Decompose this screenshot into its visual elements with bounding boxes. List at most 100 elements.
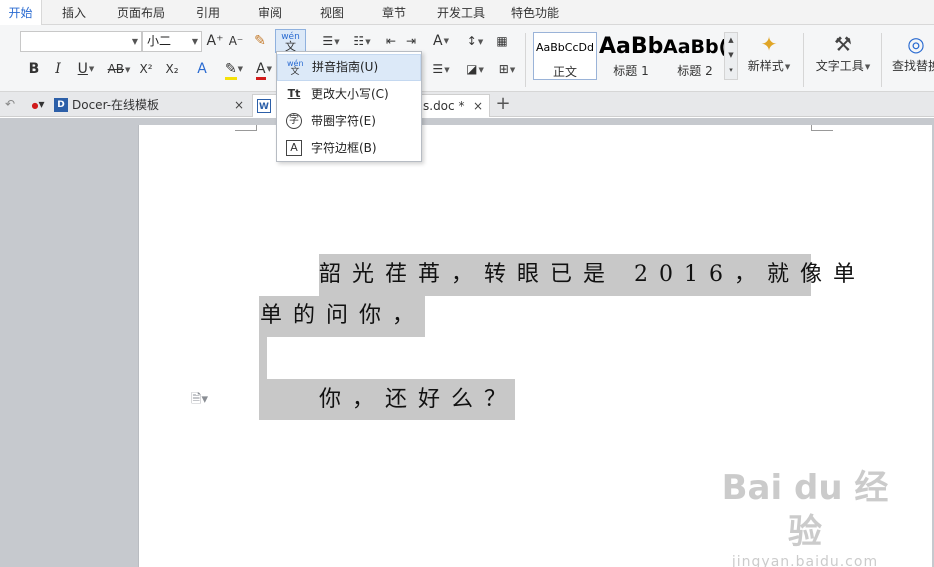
- menu-tab-home[interactable]: 开始: [0, 0, 42, 26]
- style-normal[interactable]: AaBbCcDd 正文: [533, 32, 597, 80]
- decrease-indent-icon[interactable]: ⇤: [382, 30, 400, 52]
- menu-item-label: 带圈字符(E): [311, 114, 376, 128]
- highlighter-icon: ✎: [224, 61, 237, 80]
- tab-label: s.doc *: [423, 99, 465, 113]
- change-case-button[interactable]: A▼: [426, 30, 456, 52]
- font-color-button[interactable]: A▼: [251, 58, 277, 80]
- font-color-icon: A: [256, 61, 266, 80]
- new-style-button[interactable]: ✦ 新样式▼: [744, 31, 794, 74]
- bold-button[interactable]: B: [26, 58, 42, 80]
- close-icon[interactable]: ×: [234, 94, 244, 116]
- docer-icon: D: [54, 98, 68, 112]
- menu-tab-insert[interactable]: 插入: [50, 0, 98, 25]
- underline-button[interactable]: U▼: [72, 58, 100, 80]
- document-text-line[interactable]: 你，还好么？: [319, 380, 517, 420]
- font-name-combo[interactable]: ▼: [20, 31, 142, 52]
- font-size-value: 小二: [147, 34, 172, 48]
- divider: [525, 33, 526, 87]
- tab-docer-template[interactable]: D Docer-在线模板 ×: [50, 94, 250, 117]
- watermark-url: jingyan.baidu.com: [731, 554, 879, 567]
- document-text-line[interactable]: 单的问你，: [260, 296, 425, 336]
- new-tab-icon[interactable]: +: [493, 93, 513, 115]
- style-label: 正文: [552, 65, 577, 79]
- menu-item-label: 字符边框(B): [311, 141, 377, 155]
- underline-label: U: [77, 61, 88, 77]
- back-icon[interactable]: ↶: [2, 93, 18, 115]
- clear-format-icon[interactable]: ✎: [250, 30, 270, 52]
- change-case-icon: Tt: [287, 87, 301, 100]
- style-preview: AaBb(: [663, 36, 727, 58]
- styles-gallery: AaBbCcDd 正文 AaBb 标题 1 AaBb( 标题 2: [533, 32, 739, 80]
- menu-item-label: 拼音指南(U): [312, 60, 379, 74]
- strikethrough-button[interactable]: AB▼: [103, 58, 135, 80]
- shrink-font-button[interactable]: A⁻: [227, 30, 245, 52]
- pinyin-dropdown-menu: wén 文 拼音指南(U) Tt 更改大小写(C) 字 带圈字符(E) A 字符边…: [276, 51, 422, 162]
- margin-corner: [235, 125, 257, 131]
- ribbon: ▼ 小二 ▼ A⁺ A⁻ ✎ wén 文 ☰▼ ☷▼ ⇤ ⇥ A▼ ↕▼ ▦ B…: [0, 25, 934, 92]
- menu-tab-references[interactable]: 引用: [184, 0, 232, 25]
- style-heading-2[interactable]: AaBb( 标题 2: [663, 32, 727, 80]
- paragraph-options-icon[interactable]: 🗎▾: [191, 390, 208, 412]
- menu-item-pinyin-guide[interactable]: wén 文 拼音指南(U): [277, 54, 421, 81]
- close-icon[interactable]: ×: [473, 95, 483, 117]
- text-tools-label: 文字工具: [815, 59, 864, 73]
- baidu-watermark: Bai du 经验 jingyan.baidu.com: [715, 466, 895, 567]
- find-replace-button[interactable]: ◎ 查找替换: [890, 31, 934, 74]
- styles-scroll[interactable]: ▲ ▼ ▾: [724, 32, 738, 80]
- grow-font-button[interactable]: A⁺: [206, 30, 224, 52]
- enclosed-char-icon: 字: [286, 113, 302, 129]
- menu-item-change-case[interactable]: Tt 更改大小写(C): [277, 81, 421, 108]
- find-replace-label: 查找替换: [891, 59, 934, 73]
- document-workspace: 韶光荏苒，转眼已是 2016，就像单 单的问你， 你，还好么？ Bai du 经…: [0, 118, 934, 567]
- menu-tab-section[interactable]: 章节: [370, 0, 418, 25]
- style-heading-1[interactable]: AaBb 标题 1: [599, 32, 663, 80]
- chevron-down-icon: ▼: [131, 37, 138, 46]
- find-replace-icon: ◎: [907, 32, 925, 56]
- border-icon[interactable]: ⊞▼: [494, 58, 520, 80]
- sort-icon[interactable]: ↕▼: [462, 30, 488, 52]
- menu-tab-review[interactable]: 审阅: [246, 0, 294, 25]
- document-page[interactable]: 韶光荏苒，转眼已是 2016，就像单 单的问你， 你，还好么？ Bai du 经…: [138, 125, 932, 567]
- menu-tab-features[interactable]: 特色功能: [502, 0, 568, 25]
- pinyin-guide-button[interactable]: wén 文: [275, 29, 306, 53]
- wrench-icon: ⚒: [834, 32, 852, 56]
- numbered-list-button[interactable]: ☷▼: [348, 30, 376, 52]
- new-style-icon: ✦: [760, 32, 778, 56]
- menu-tab-developer[interactable]: 开发工具: [428, 0, 494, 25]
- new-style-label: 新样式: [747, 59, 784, 73]
- style-preview: AaBb: [599, 34, 663, 59]
- menu-tab-page-layout[interactable]: 页面布局: [108, 0, 174, 25]
- selection-highlight: [259, 337, 267, 379]
- document-icon: W: [257, 99, 271, 113]
- line-spacing-icon[interactable]: ☰▼: [428, 58, 454, 80]
- style-label: 标题 1: [613, 64, 649, 78]
- menu-tab-view[interactable]: 视图: [308, 0, 356, 25]
- font-size-combo[interactable]: 小二 ▼: [142, 31, 202, 52]
- bullet-list-button[interactable]: ☰▼: [318, 30, 344, 52]
- shading-icon[interactable]: ◪▼: [462, 58, 488, 80]
- menu-item-enclosed-char[interactable]: 字 带圈字符(E): [277, 108, 421, 135]
- table-icon[interactable]: ▦: [492, 30, 512, 52]
- chevron-down-icon: ▼: [191, 37, 198, 46]
- strikethrough-label: AB: [107, 62, 125, 76]
- pinyin-icon: wén 文: [287, 59, 304, 77]
- menu-bar: 开始 插入 页面布局 引用 审阅 视图 章节 开发工具 特色功能: [0, 0, 934, 26]
- italic-button[interactable]: I: [50, 58, 66, 80]
- text-tools-button[interactable]: ⚒ 文字工具▼: [812, 31, 874, 74]
- document-text-line[interactable]: 韶光荏苒，转眼已是 2016，就像单: [319, 255, 866, 295]
- char-border-icon: A: [286, 140, 302, 156]
- tab-label: Docer-在线模板: [72, 98, 160, 112]
- superscript-button[interactable]: X²: [136, 58, 156, 80]
- tab-menu-icon[interactable]: ●▾: [28, 93, 48, 115]
- highlight-button[interactable]: ✎▼: [220, 58, 248, 80]
- text-effect-icon[interactable]: A: [192, 58, 212, 80]
- subscript-button[interactable]: X₂: [162, 58, 182, 80]
- document-tab-bar: ↶ ●▾ D Docer-在线模板 × W s.doc * × +: [0, 92, 934, 117]
- increase-indent-icon[interactable]: ⇥: [402, 30, 420, 52]
- divider: [803, 33, 804, 87]
- menu-item-char-border[interactable]: A 字符边框(B): [277, 135, 421, 162]
- watermark-logo: Bai du 经验: [721, 468, 889, 552]
- menu-item-label: 更改大小写(C): [311, 87, 389, 101]
- style-preview: AaBbCcDd: [536, 41, 594, 54]
- margin-corner: [811, 125, 833, 131]
